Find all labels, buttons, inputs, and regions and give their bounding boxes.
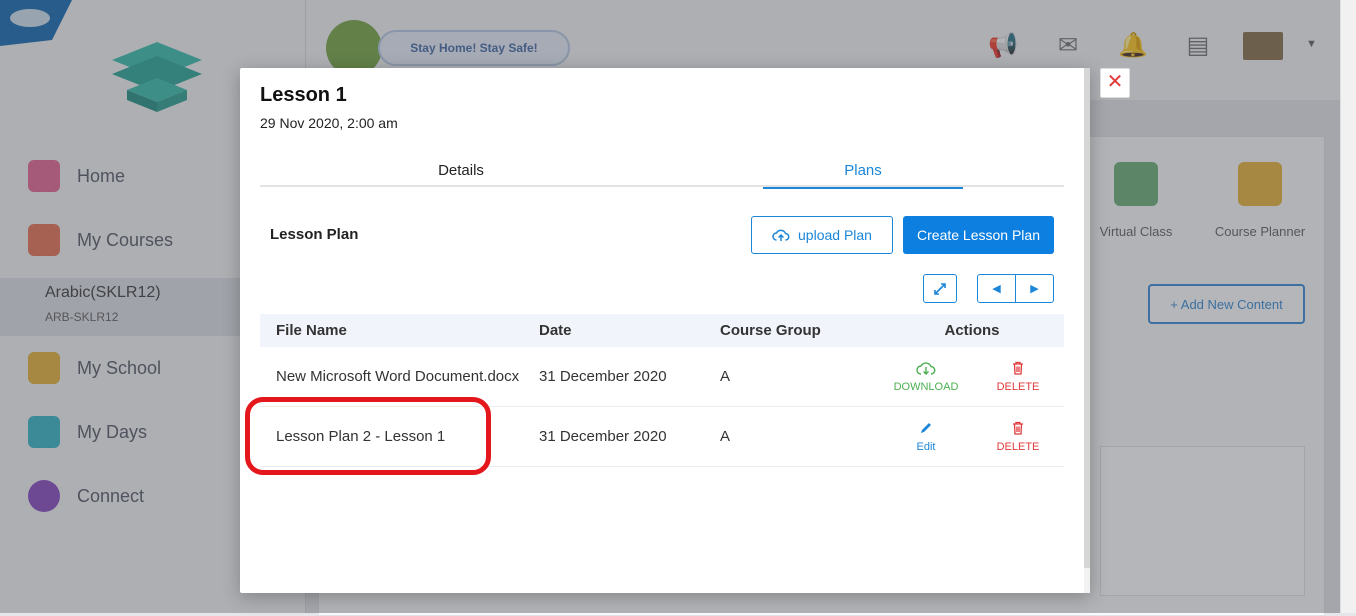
delete-button[interactable]: DELETE — [972, 361, 1064, 393]
close-button[interactable]: ✕ — [1100, 68, 1130, 98]
modal-tabs: Details Plans — [260, 162, 1064, 189]
tab-details[interactable]: Details — [260, 162, 662, 187]
header-date: Date — [539, 322, 572, 339]
prev-button[interactable]: ◀ — [977, 274, 1016, 303]
expand-icon[interactable] — [923, 274, 957, 303]
table-header: File Name Date Course Group Actions — [260, 314, 1064, 347]
delete-label: DELETE — [996, 380, 1040, 393]
row-actions: DOWNLOAD DELETE — [880, 361, 1064, 393]
header-course-group: Course Group — [720, 322, 821, 339]
pencil-icon — [880, 421, 972, 441]
trash-icon — [972, 361, 1064, 381]
chevron-right-icon: ▶ — [1030, 283, 1039, 295]
upload-plan-button[interactable]: upload Plan — [751, 216, 893, 254]
download-button[interactable]: DOWNLOAD — [880, 361, 972, 393]
modal-title: Lesson 1 — [260, 84, 347, 106]
lesson-modal: Lesson 1 29 Nov 2020, 2:00 am Details Pl… — [240, 68, 1090, 593]
row-actions: Edit DELETE — [880, 421, 1064, 453]
header-actions: Actions — [944, 322, 1000, 339]
trash-icon — [972, 421, 1064, 441]
header-file-name: File Name — [276, 321, 347, 339]
file-course-group: A — [720, 368, 731, 385]
edit-button[interactable]: Edit — [880, 421, 972, 453]
delete-button[interactable]: DELETE — [972, 421, 1064, 453]
next-button[interactable]: ▶ — [1015, 274, 1054, 303]
file-course-group: A — [720, 428, 731, 445]
annotation-highlight-box — [245, 397, 491, 475]
page-scrollbar[interactable] — [1340, 0, 1356, 613]
file-date: 31 December 2020 — [539, 368, 667, 385]
file-date: 31 December 2020 — [539, 428, 667, 445]
create-lesson-plan-button[interactable]: Create Lesson Plan — [903, 216, 1054, 254]
lesson-plan-heading: Lesson Plan — [270, 226, 359, 243]
download-icon — [880, 361, 972, 381]
chevron-left-icon: ◀ — [992, 283, 1001, 295]
delete-label: DELETE — [996, 440, 1040, 453]
download-label: DOWNLOAD — [893, 380, 959, 393]
modal-scrollbar[interactable] — [1084, 68, 1090, 593]
modal-datetime: 29 Nov 2020, 2:00 am — [260, 115, 398, 131]
file-name: New Microsoft Word Document.docx — [276, 367, 520, 385]
edit-label: Edit — [916, 440, 936, 453]
cloud-upload-icon — [772, 229, 790, 241]
upload-plan-label: upload Plan — [798, 227, 872, 243]
tab-plans[interactable]: Plans — [763, 162, 963, 189]
